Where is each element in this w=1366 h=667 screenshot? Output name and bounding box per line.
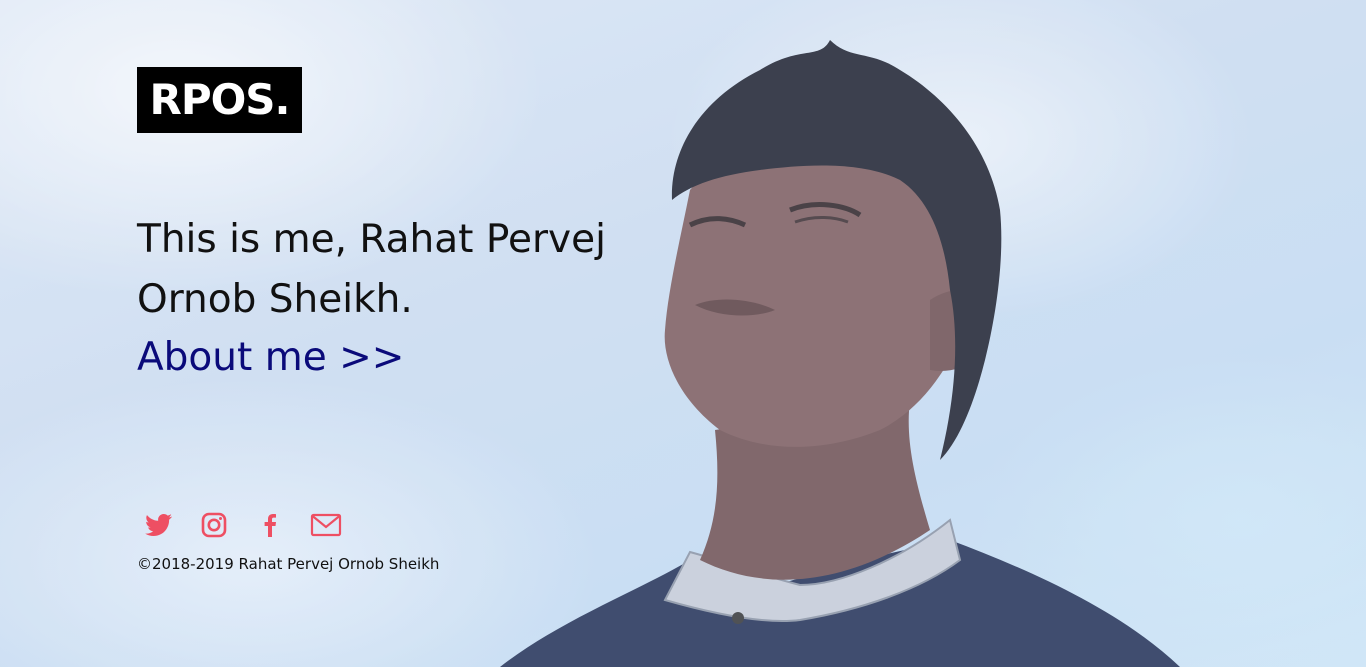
facebook-icon (264, 514, 276, 537)
facebook-link[interactable] (253, 511, 287, 539)
instagram-link[interactable] (197, 511, 231, 539)
twitter-icon (145, 514, 172, 536)
logo[interactable]: RPOS. (137, 67, 302, 133)
twitter-link[interactable] (141, 511, 175, 539)
copyright-text: ©2018-2019 Rahat Pervej Ornob Sheikh (137, 555, 440, 573)
about-me-link[interactable]: About me >> (137, 330, 404, 386)
hero-headline: This is me, Rahat Pervej Ornob Sheikh. (137, 217, 606, 322)
mail-icon (310, 513, 342, 537)
landing-page: RPOS. This is me, Rahat Pervej Ornob She… (0, 0, 1366, 667)
mail-link[interactable] (309, 511, 343, 539)
instagram-icon (201, 512, 227, 538)
social-links (141, 511, 343, 539)
